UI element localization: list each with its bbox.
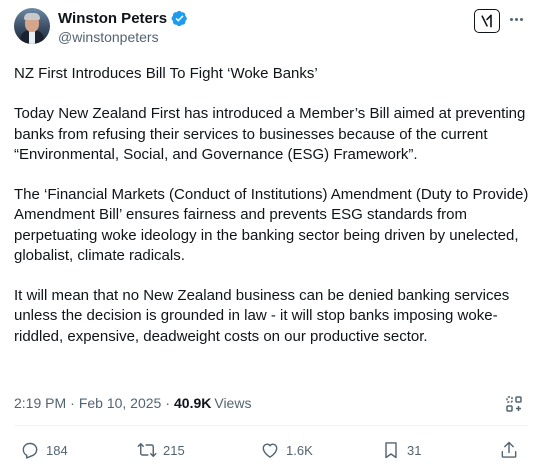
views-count[interactable]: 40.9K [174, 395, 211, 411]
post-date[interactable]: Feb 10, 2025 [79, 395, 162, 411]
post-paragraph: Today New Zealand First has introduced a… [14, 105, 526, 163]
avatar-shirt [29, 31, 35, 44]
grok-analyze-icon[interactable] [505, 395, 523, 413]
divider [14, 425, 528, 426]
bookmark-icon [385, 442, 397, 459]
views-label[interactable]: Views [214, 395, 251, 411]
more-icon-dot [514, 17, 518, 21]
reply-count: 184 [46, 442, 68, 458]
like-count: 1.6K [286, 442, 313, 458]
post-paragraph: The ‘Financial Markets (Conduct of Insti… [14, 186, 529, 264]
author-display-name[interactable]: Winston Peters [58, 10, 167, 27]
like-button[interactable]: 1.6K [260, 440, 313, 460]
share-button[interactable] [499, 440, 519, 460]
more-button[interactable] [506, 9, 526, 29]
bookmark-button[interactable]: 31 [381, 440, 421, 460]
repost-button[interactable]: 215 [137, 440, 185, 460]
bookmark-count: 31 [407, 442, 422, 458]
post-paragraph: It will mean that no New Zealand busines… [14, 287, 510, 345]
heart-icon [262, 443, 278, 458]
post-time[interactable]: 2:19 PM [14, 395, 66, 411]
verified-badge-icon [171, 10, 188, 27]
avatar-hair [24, 13, 40, 20]
post-meta: 2:19 PM · Feb 10, 2025 · 40.9K Views [14, 395, 251, 411]
grok-icon [481, 14, 492, 28]
post-card: Winston Peters @winstonpeters NZ First I… [0, 0, 542, 467]
author-handle[interactable]: @winstonpeters [58, 29, 159, 45]
grok-button[interactable] [474, 9, 500, 33]
author-name-row: Winston Peters [58, 10, 188, 27]
repost-count: 215 [163, 442, 185, 458]
post-title: NZ First Introduces Bill To Fight ‘Woke … [14, 65, 318, 82]
meta-separator: · [70, 395, 75, 411]
repost-icon [137, 443, 157, 457]
more-icon [509, 17, 513, 21]
reply-button[interactable]: 184 [20, 440, 68, 460]
more-icon-dot [519, 17, 523, 21]
avatar[interactable] [14, 8, 50, 44]
post-text: NZ First Introduces Bill To Fight ‘Woke … [14, 64, 530, 347]
share-icon [501, 441, 517, 458]
meta-separator: · [165, 395, 170, 411]
reply-icon [22, 442, 38, 459]
